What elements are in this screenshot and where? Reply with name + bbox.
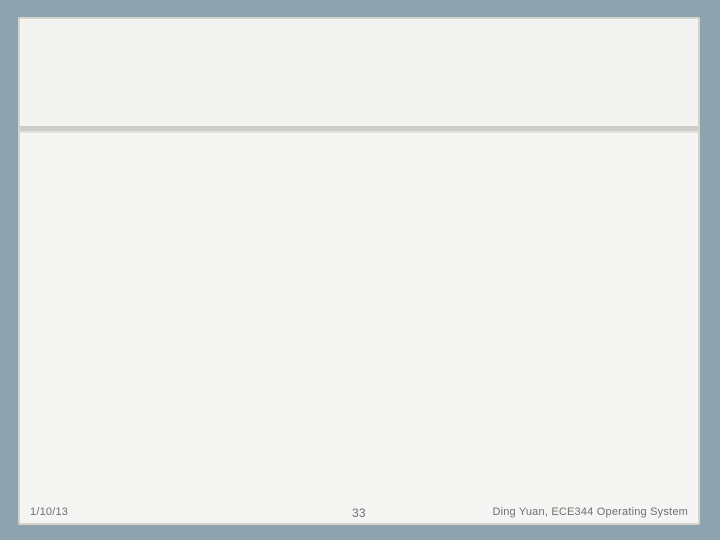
content-placeholder — [20, 133, 698, 523]
footer-author: Ding Yuan, ECE344 Operating System — [492, 506, 688, 518]
slide-card: 1/10/13 33 Ding Yuan, ECE344 Operating S… — [18, 17, 700, 525]
footer-date: 1/10/13 — [30, 506, 69, 518]
footer-page-number: 33 — [352, 506, 366, 520]
slide-footer: 1/10/13 33 Ding Yuan, ECE344 Operating S… — [20, 504, 698, 522]
title-placeholder — [20, 19, 698, 126]
